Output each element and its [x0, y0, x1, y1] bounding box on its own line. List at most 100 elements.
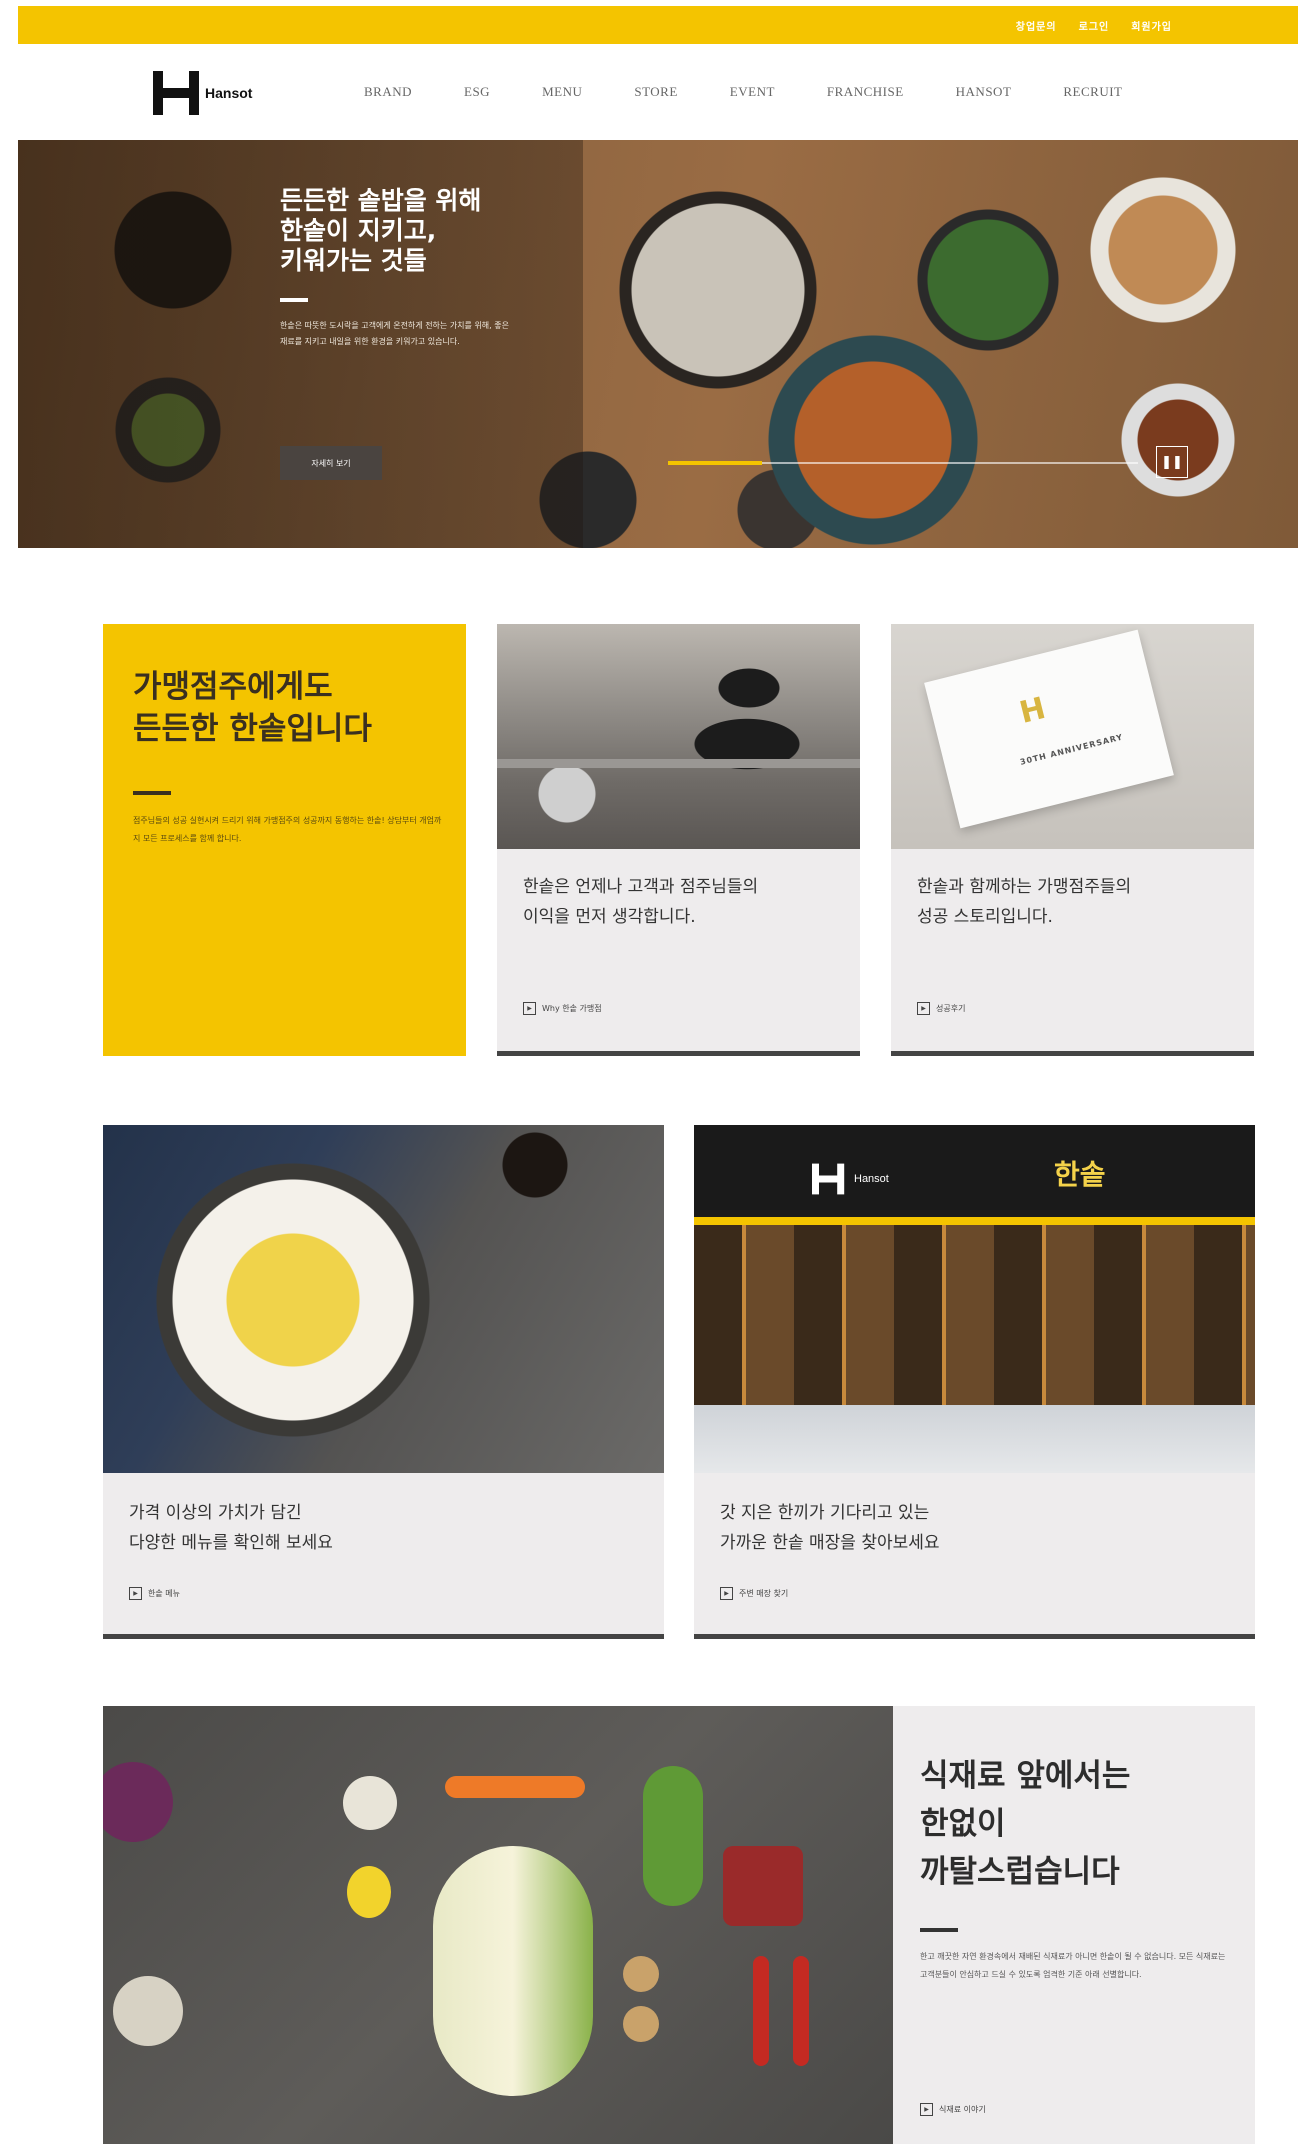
franchise-divider — [133, 791, 171, 795]
store-sign-logo: Hansot — [812, 1157, 889, 1201]
nav-item-hansot[interactable]: HANSOT — [956, 84, 1012, 100]
hero-more-button[interactable]: 자세히 보기 — [280, 446, 382, 480]
card-success-story[interactable]: H 30TH ANNIVERSARY 한솥과 함께하는 가맹점주들의 성공 스토… — [891, 624, 1254, 1056]
hero-banner: 든든한 솥밥을 위해 한솥이 지키고, 키워가는 것들 한솥은 따뜻한 도시락을… — [18, 140, 1298, 548]
utility-link-signup[interactable]: 회원가입 — [1131, 18, 1172, 33]
franchise-title-line: 가맹점주에게도 — [133, 669, 333, 705]
nav-item-brand[interactable]: BRAND — [364, 84, 412, 100]
play-icon: ▶ — [129, 1587, 142, 1600]
nav-item-store[interactable]: STORE — [634, 84, 677, 100]
kitchen-image — [497, 624, 860, 849]
napa-cabbage-shape — [433, 1846, 593, 2096]
ingredients-link[interactable]: ▶ 식재료 이야기 — [920, 2103, 986, 2116]
ingredients-title: 식재료 앞에서는 한없이 까탈스럽습니다 — [920, 1752, 1130, 1896]
card-menu-text: 가격 이상의 가치가 담긴 다양한 메뉴를 확인해 보세요 — [129, 1498, 333, 1558]
card-menu-text-line: 가격 이상의 가치가 담긴 — [129, 1503, 302, 1523]
card-why-text-line: 이익을 먼저 생각합니다. — [523, 907, 696, 927]
play-icon: ▶ — [917, 1002, 930, 1015]
card-story-text-line: 성공 스토리입니다. — [917, 907, 1053, 927]
hero-title: 든든한 솥밥을 위해 한솥이 지키고, 키워가는 것들 — [280, 186, 530, 276]
play-icon: ▶ — [523, 1002, 536, 1015]
ingredients-title-line: 식재료 앞에서는 — [920, 1758, 1131, 1794]
franchise-intro-card: 가맹점주에게도 든든한 한솥입니다 점주님들의 성공 실현시켜 드리기 위해 가… — [103, 624, 466, 1056]
card-why-text-line: 한솥은 언제나 고객과 점주님들의 — [523, 877, 759, 897]
store-front — [694, 1225, 1255, 1405]
store-sign-en: Hansot — [854, 1173, 889, 1185]
hansot-logo-icon — [812, 1163, 845, 1195]
nav-item-esg[interactable]: ESG — [464, 84, 490, 100]
ingredients-divider — [920, 1928, 958, 1932]
hero-divider — [280, 298, 308, 302]
top-utility-bar: 창업문의 로그인 회원가입 — [18, 6, 1298, 44]
menu-link[interactable]: ▶ 한솥 메뉴 — [129, 1587, 180, 1600]
ingredients-link-label: 식재료 이야기 — [939, 2105, 986, 2114]
ingredients-title-line: 한없이 — [920, 1806, 1006, 1842]
hero-title-line: 키워가는 것들 — [280, 246, 427, 275]
pause-icon[interactable]: ❚❚ — [1156, 446, 1188, 478]
slider-progress-fill — [668, 461, 762, 465]
greens-shape — [643, 1766, 703, 1906]
hero-title-line: 든든한 솥밥을 위해 — [280, 186, 482, 215]
play-icon: ▶ — [720, 1587, 733, 1600]
card-why-text: 한솥은 언제나 고객과 점주님들의 이익을 먼저 생각합니다. — [523, 872, 758, 932]
rice-bowl-image — [103, 1125, 664, 1473]
nav-item-recruit[interactable]: RECRUIT — [1063, 84, 1122, 100]
card-story-text-line: 한솥과 함께하는 가맹점주들의 — [917, 877, 1132, 897]
card-store-text-line: 갓 지은 한끼가 기다리고 있는 — [720, 1503, 930, 1523]
nav-item-franchise[interactable]: FRANCHISE — [827, 84, 904, 100]
why-hansot-link-label: Why 한솥 가맹점 — [542, 1004, 602, 1013]
store-sign-kr: 한솥 — [1054, 1158, 1106, 1191]
ingredients-description: 한고 깨끗한 자연 환경속에서 재배된 식재료가 아니면 한솥이 될 수 없습니… — [920, 1952, 1226, 1979]
radish-shape — [343, 1776, 397, 1830]
play-icon: ▶ — [920, 2103, 933, 2116]
rice-shape — [113, 1976, 183, 2046]
franchise-title: 가맹점주에게도 든든한 한솥입니다 — [133, 666, 372, 750]
utility-link-login[interactable]: 로그인 — [1079, 18, 1110, 33]
potato-shape — [623, 1956, 659, 1992]
ingredients-title-line: 까탈스럽습니다 — [920, 1854, 1120, 1890]
hero-title-line: 한솥이 지키고, — [280, 216, 437, 245]
logo-text: Hansot — [205, 85, 253, 101]
lemon-shape — [347, 1866, 391, 1918]
chili-shape — [793, 1956, 809, 2066]
card-bottom-border — [497, 1051, 860, 1056]
store-sign-bar — [694, 1217, 1255, 1225]
potato-shape — [623, 2006, 659, 2042]
anniversary-card: H 30TH ANNIVERSARY — [924, 629, 1174, 829]
store-floor — [694, 1405, 1255, 1473]
ingredients-panel: 식재료 앞에서는 한없이 까탈스럽습니다 한고 깨끗한 자연 환경속에서 재배된… — [893, 1706, 1255, 2144]
card-story-text: 한솥과 함께하는 가맹점주들의 성공 스토리입니다. — [917, 872, 1131, 932]
hansot-logo-icon — [153, 71, 199, 115]
meat-shape — [723, 1846, 803, 1926]
success-story-link[interactable]: ▶ 성공후기 — [917, 1002, 965, 1015]
success-story-link-label: 성공후기 — [936, 1004, 966, 1013]
ingredients-image — [103, 1706, 893, 2144]
main-nav: BRAND ESG MENU STORE EVENT FRANCHISE HAN… — [364, 84, 1175, 100]
franchise-description: 점주님들의 성공 실현시켜 드리기 위해 가맹점주의 성공까지 동행하는 한솥!… — [133, 816, 442, 843]
card-bottom-border — [103, 1634, 664, 1639]
nav-item-menu[interactable]: MENU — [542, 84, 582, 100]
why-hansot-link[interactable]: ▶ Why 한솥 가맹점 — [523, 1002, 602, 1015]
utility-links: 창업문의 로그인 회원가입 — [1016, 18, 1172, 33]
slider-progress-bar[interactable] — [668, 461, 1138, 465]
main-header: Hansot BRAND ESG MENU STORE EVENT FRANCH… — [18, 44, 1298, 140]
card-store-text-line: 가까운 한솥 매장을 찾아보세요 — [720, 1533, 940, 1553]
card-bottom-border — [694, 1634, 1255, 1639]
store-finder-link[interactable]: ▶ 주변 매장 찾기 — [720, 1587, 788, 1600]
carrot-shape — [445, 1776, 585, 1798]
cabbage-shape — [103, 1762, 173, 1842]
card-why-hansot[interactable]: 한솥은 언제나 고객과 점주님들의 이익을 먼저 생각합니다. ▶ Why 한솥… — [497, 624, 860, 1056]
storefront-image: Hansot 한솥 — [694, 1125, 1255, 1473]
store-finder-link-label: 주변 매장 찾기 — [739, 1589, 789, 1598]
utility-link-franchise-inquiry[interactable]: 창업문의 — [1016, 18, 1057, 33]
card-menu[interactable]: 가격 이상의 가치가 담긴 다양한 메뉴를 확인해 보세요 ▶ 한솥 메뉴 — [103, 1125, 664, 1639]
chili-shape — [753, 1956, 769, 2066]
card-menu-text-line: 다양한 메뉴를 확인해 보세요 — [129, 1533, 333, 1553]
anniversary-text: 30TH ANNIVERSARY — [1019, 732, 1125, 767]
menu-link-label: 한솥 메뉴 — [148, 1589, 180, 1598]
page: 창업문의 로그인 회원가입 Hansot BRAND ESG MENU STOR… — [0, 0, 1316, 2144]
nav-item-event[interactable]: EVENT — [730, 84, 775, 100]
card-store-finder[interactable]: Hansot 한솥 갓 지은 한끼가 기다리고 있는 가까운 한솥 매장을 찾아… — [694, 1125, 1255, 1639]
card-store-text: 갓 지은 한끼가 기다리고 있는 가까운 한솥 매장을 찾아보세요 — [720, 1498, 940, 1558]
logo[interactable]: Hansot — [153, 71, 252, 115]
